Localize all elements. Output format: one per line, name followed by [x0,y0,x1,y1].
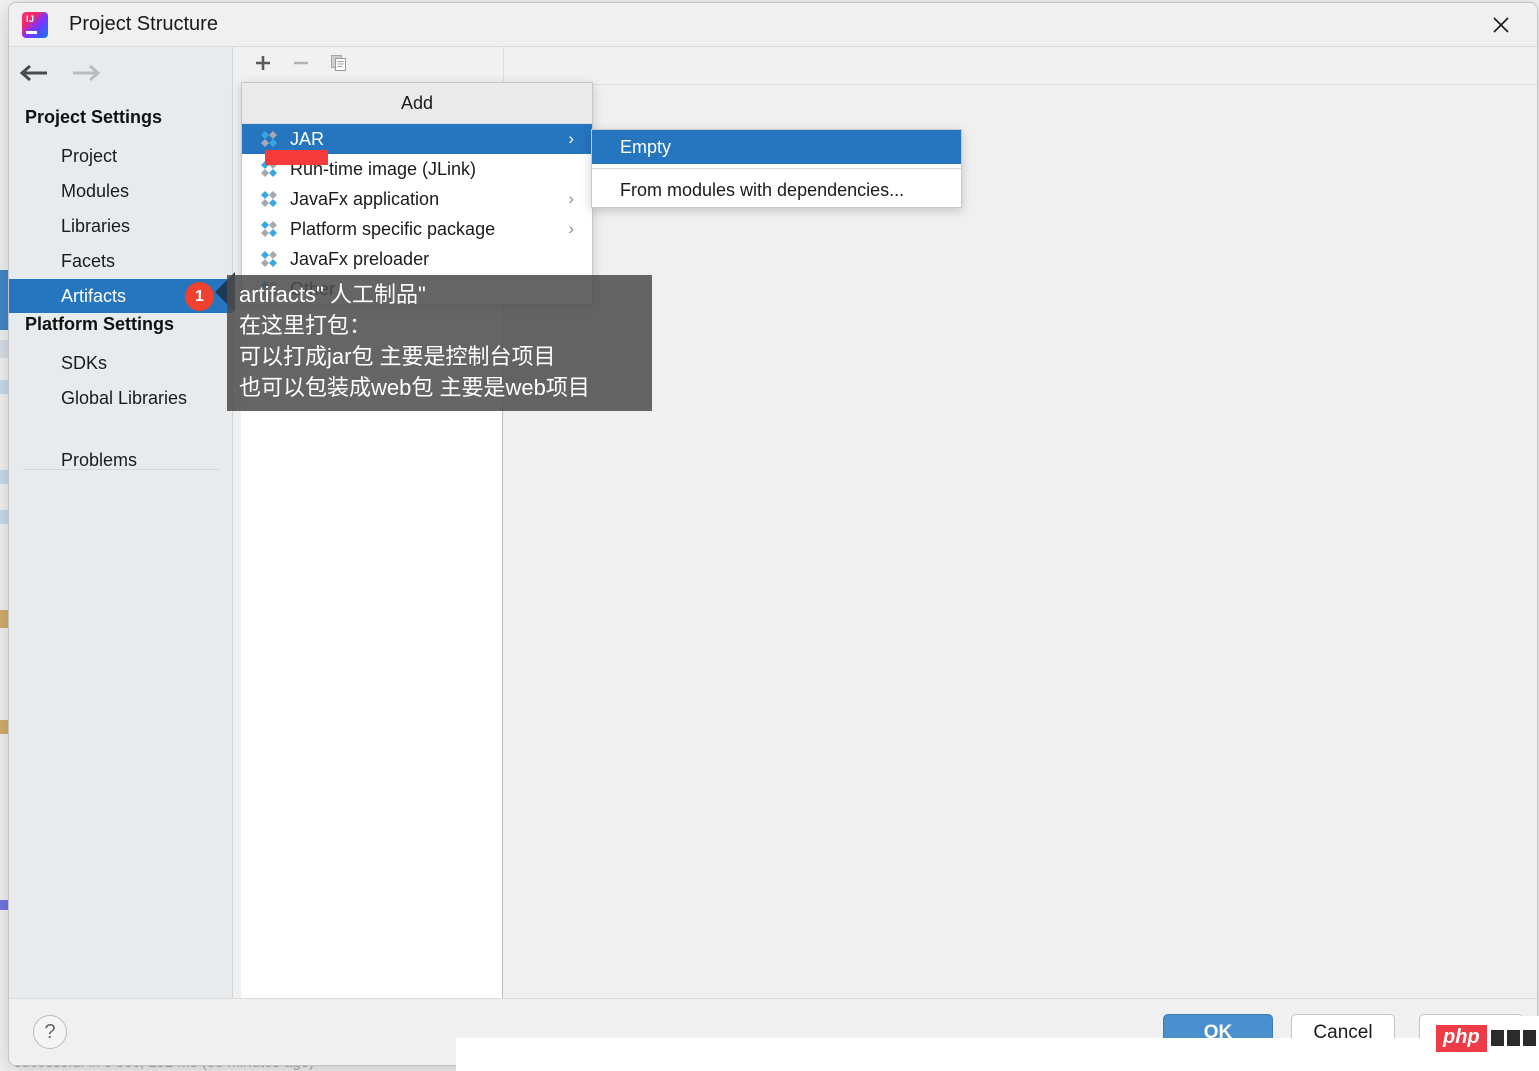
add-menu-header: Add [242,83,592,124]
menu-item-label: JavaFx application [290,188,440,209]
artifact-detail-panel [503,85,1537,1001]
watermark-block [1506,1030,1520,1046]
submenu-item-label: From modules with dependencies... [620,179,905,200]
arrow-left-icon[interactable] [19,62,49,89]
sidebar-group-project-settings: Project Settings [25,107,163,127]
php-watermark-label: php [1436,1024,1487,1052]
sidebar-item-facets[interactable]: Facets [9,244,233,278]
artifact-toolbar [241,47,503,85]
project-structure-dialog: IJ Project Structure Project Settings Pr… [8,2,1538,1066]
chevron-right-icon: › [568,189,574,208]
dialog-title: Project Structure [69,13,218,35]
watermark-card [456,1038,1539,1071]
sidebar-item-label: Problems [61,449,138,470]
submenu-separator [592,168,961,169]
menu-item-javafx-preloader[interactable]: JavaFx preloader [242,244,592,274]
app-icon-bar [26,31,37,34]
copy-icon[interactable] [329,53,349,78]
annotation-badge: 1 [185,282,214,311]
menu-item-javafx-application[interactable]: JavaFx application › [242,184,592,214]
navigation-arrows [19,55,101,95]
submenu-item-empty[interactable]: Empty [592,130,961,164]
menu-item-label: Platform specific package [290,218,496,239]
jar-submenu: Empty From modules with dependencies... [591,129,962,208]
sidebar-item-label: Libraries [61,215,131,236]
sidebar-item-label: Modules [61,180,130,201]
question-mark-icon[interactable]: ? [33,1015,67,1049]
sidebar-item-label: Project [61,145,118,166]
annotation-tooltip: artifacts" 人工制品" 在这里打包： 可以打成jar包 主要是控制台项… [227,275,652,411]
watermark-block [1490,1030,1504,1046]
sidebar-item-label: Artifacts [61,285,127,306]
php-watermark: php [1432,1016,1539,1060]
menu-item-label: JAR [290,128,325,149]
app-icon-letters: IJ [26,14,35,24]
annotation-line: 在这里打包： [239,313,372,338]
sidebar-group-platform-settings: Platform Settings [25,314,175,334]
sidebar-item-label: SDKs [61,352,108,373]
artifact-diamond-icon [261,251,277,267]
sidebar-item-global-libraries[interactable]: Global Libraries [9,381,233,415]
submenu-item-from-modules-with-dependencies[interactable]: From modules with dependencies... [592,173,961,207]
arrow-right-icon[interactable] [71,62,101,89]
sidebar-item-label: Global Libraries [61,387,188,408]
settings-sidebar: Project Settings Project Modules Librari… [9,47,233,1001]
menu-item-label: JavaFx preloader [290,248,430,269]
sidebar-item-problems[interactable]: Problems [9,443,233,477]
menu-item-platform-specific-package[interactable]: Platform specific package › [242,214,592,244]
close-icon[interactable] [1473,3,1529,46]
right-toolbar-area [503,47,1537,85]
artifact-diamond-icon [261,191,277,207]
sidebar-item-modules[interactable]: Modules [9,174,233,208]
annotation-line: 可以打成jar包 主要是控制台项目 [239,344,556,369]
sidebar-item-label: Facets [61,250,116,271]
watermark-block [1522,1030,1536,1046]
intellij-idea-icon: IJ [22,12,48,38]
add-artifact-menu: Add JAR › Run-time image (JLink) JavaFx … [241,82,593,305]
minus-icon[interactable] [291,53,311,78]
plus-icon[interactable] [253,53,273,78]
jar-highlight-annotation [265,150,328,165]
sidebar-item-libraries[interactable]: Libraries [9,209,233,243]
sidebar-item-project[interactable]: Project [9,139,233,173]
chevron-right-icon: › [568,219,574,238]
chevron-right-icon: › [568,129,574,148]
watermark-blocks [1490,1028,1539,1048]
annotation-line: 也可以包装成web包 主要是web项目 [239,375,590,400]
artifact-diamond-icon [261,131,277,147]
dialog-titlebar: IJ Project Structure [9,3,1537,47]
sidebar-item-sdks[interactable]: SDKs [9,346,233,380]
artifact-diamond-icon [261,221,277,237]
annotation-line: artifacts" 人工制品" [239,282,426,307]
submenu-item-label: Empty [620,136,672,157]
